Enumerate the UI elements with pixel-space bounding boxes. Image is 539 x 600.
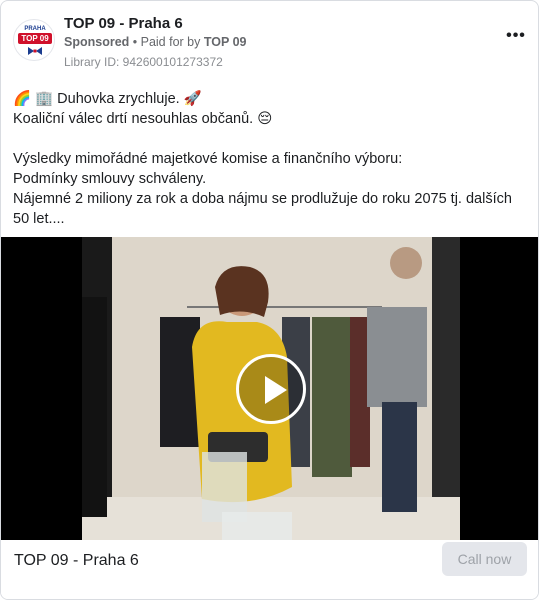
library-id: Library ID: 942600101273372 [64,55,223,69]
body-line: Výsledky mimořádné majetkové komise a fi… [13,151,403,167]
bow-tie-icon [28,47,42,55]
body-spacer [13,129,524,149]
paid-for-name[interactable]: TOP 09 [204,35,247,49]
body-line: Podmínky smlouvy schváleny. [13,171,207,187]
video-player[interactable] [1,237,538,540]
more-horizontal-icon[interactable]: ••• [506,28,526,49]
body-line: Koaliční válec drtí nesouhlas občanů. 😔 [13,111,273,127]
ad-card: PRAHA TOP 09 TOP 09 - Praha 6 Sponsored … [0,0,539,600]
avatar-top-text: PRAHA [24,26,46,32]
page-name[interactable]: TOP 09 - Praha 6 [64,15,183,32]
footer-title[interactable]: TOP 09 - Praha 6 [14,552,139,570]
play-icon[interactable] [236,354,306,424]
avatar-badge: TOP 09 [18,33,52,44]
ad-body-text: 🌈 🏢 Duhovka zrychluje. 🚀 Koaliční válec … [13,89,524,229]
paid-for-prefix: • Paid for by [129,35,204,49]
play-triangle [265,376,287,404]
ad-footer: TOP 09 - Praha 6 Call now [1,540,538,599]
sponsored-label: Sponsored [64,35,130,49]
call-now-button[interactable]: Call now [442,542,527,576]
body-line: Nájemné 2 miliony za rok a doba nájmu se… [13,191,516,227]
ad-header: PRAHA TOP 09 TOP 09 - Praha 6 Sponsored … [13,11,526,75]
sponsored-line: Sponsored • Paid for by TOP 09 [64,35,246,49]
body-line: 🌈 🏢 Duhovka zrychluje. 🚀 [13,91,202,107]
avatar[interactable]: PRAHA TOP 09 [13,19,55,61]
